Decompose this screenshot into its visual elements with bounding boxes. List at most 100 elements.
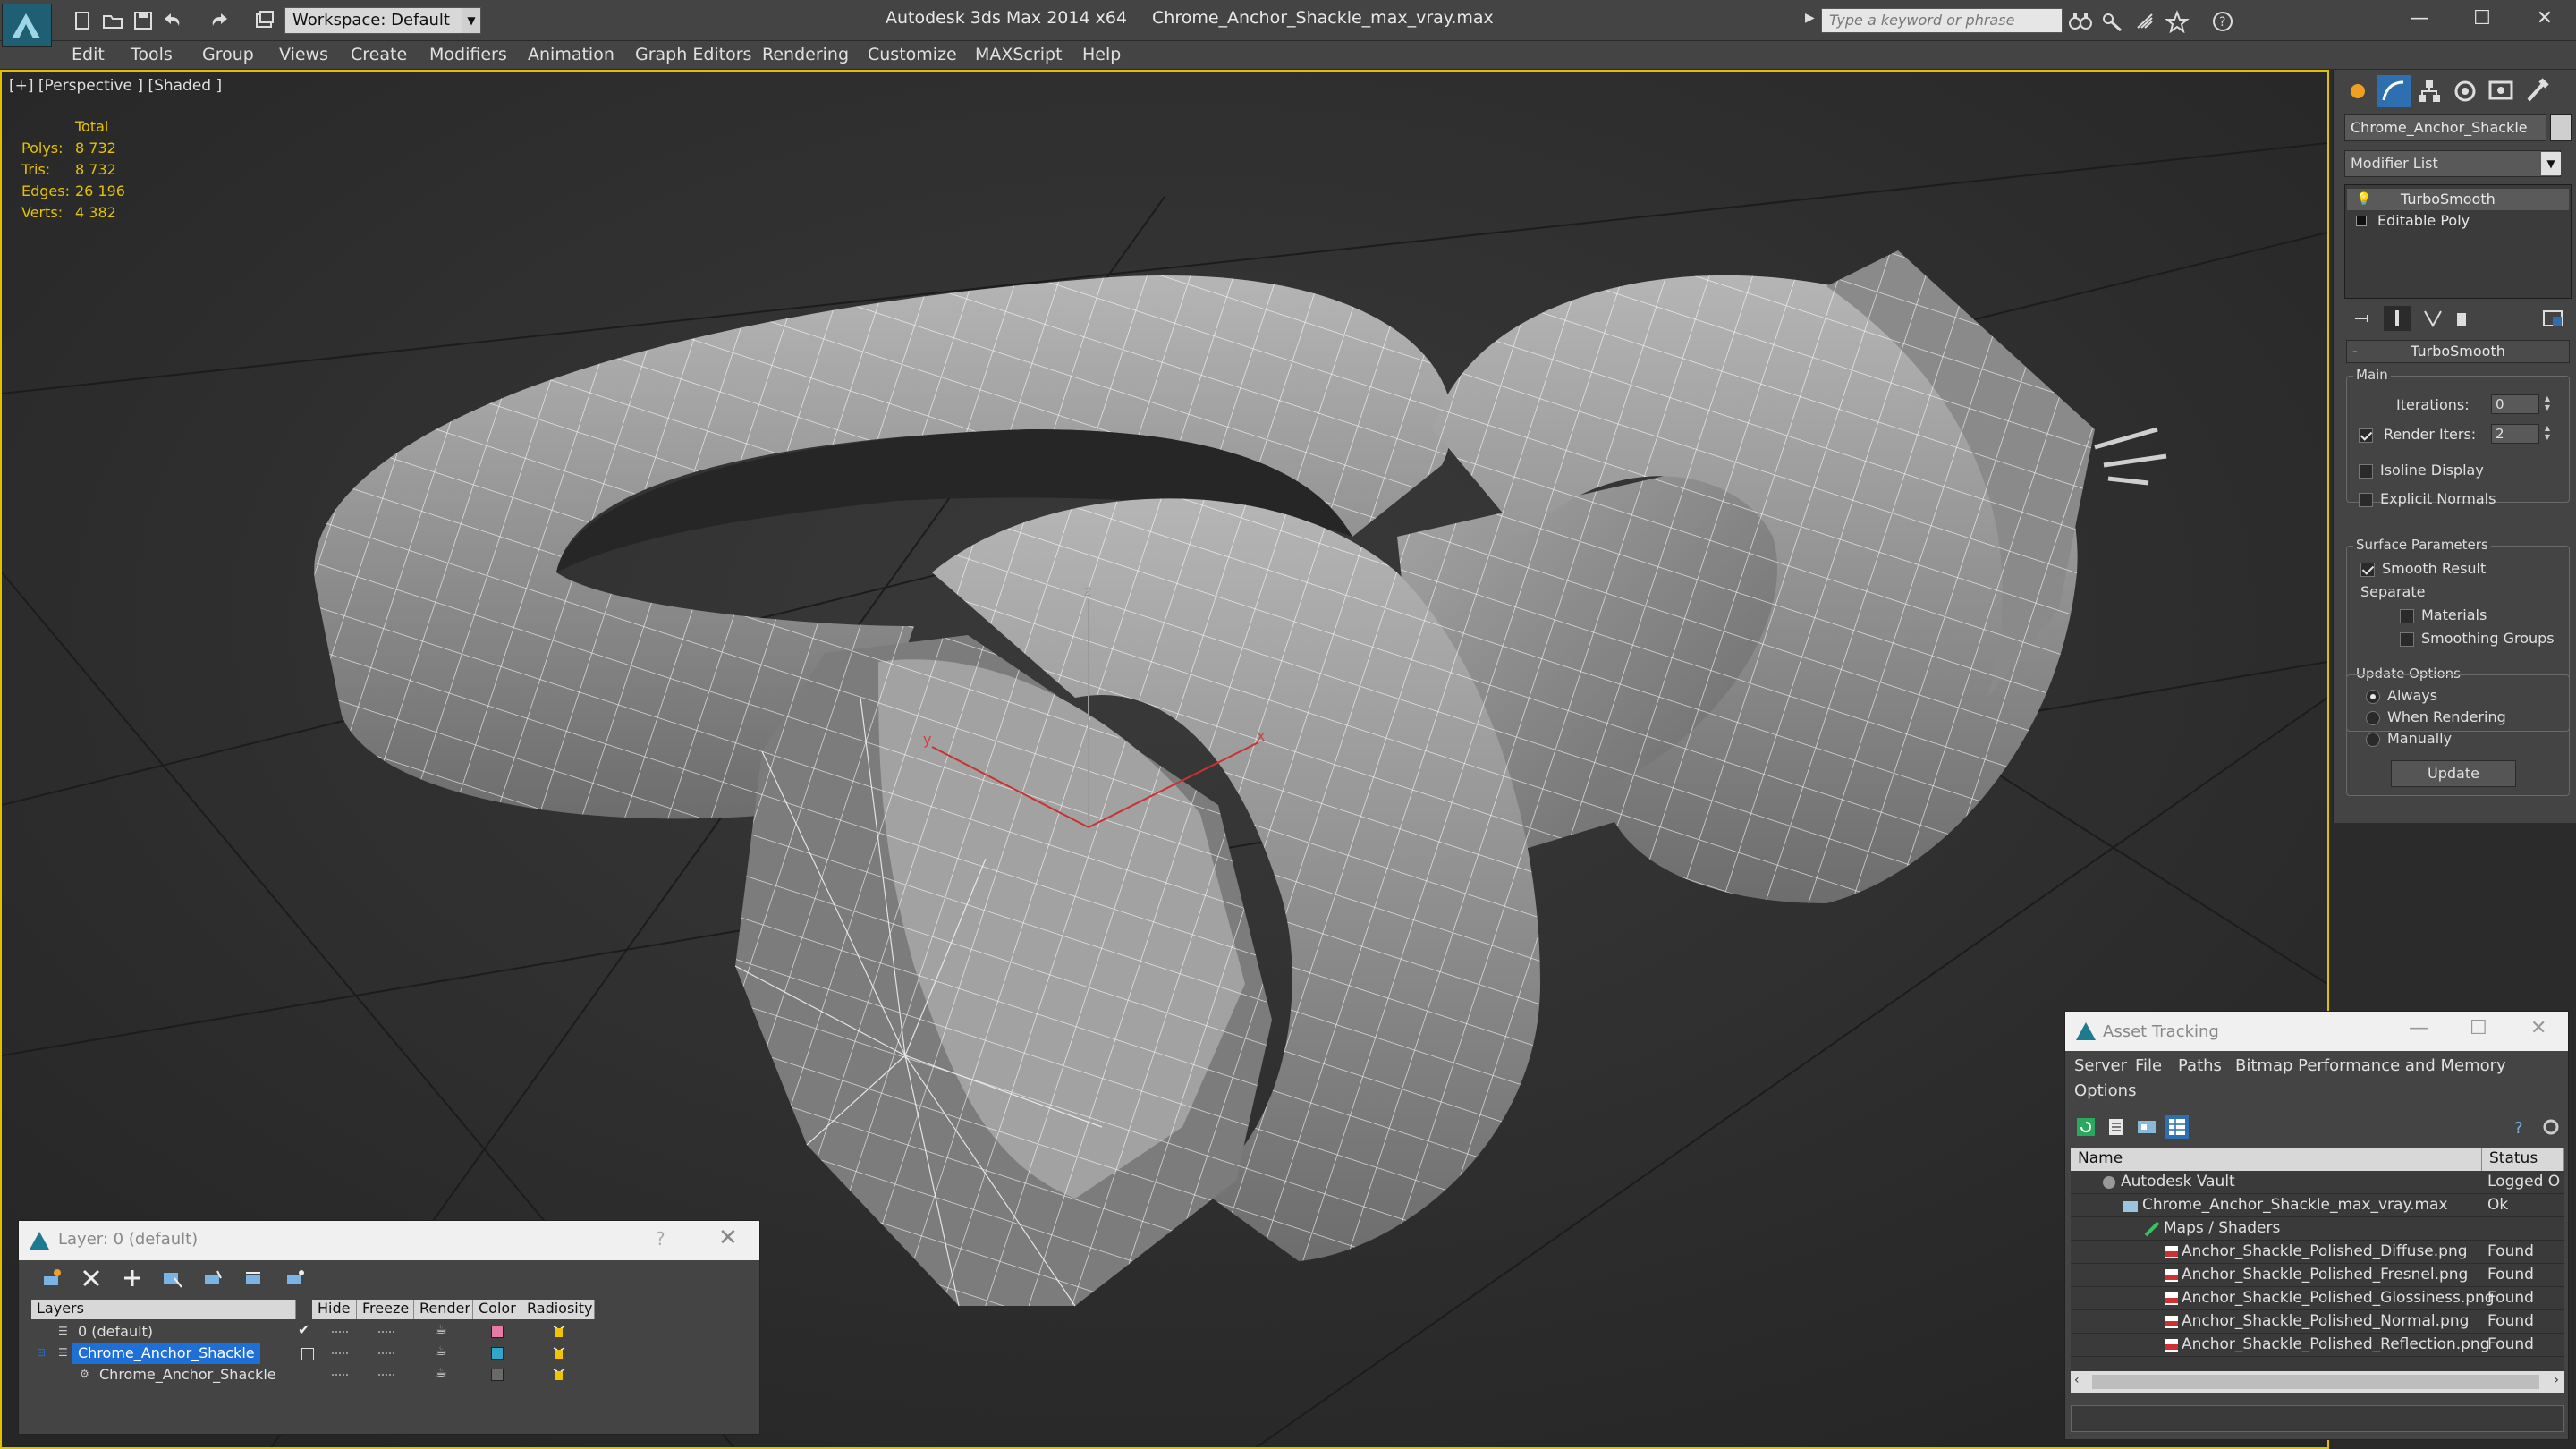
- search-expand-icon[interactable]: ▶: [1805, 11, 1821, 30]
- hide-toggle[interactable]: [332, 1331, 348, 1333]
- column-header-freeze[interactable]: Freeze: [357, 1300, 414, 1319]
- object-name-field[interactable]: Chrome_Anchor_Shackle: [2344, 114, 2546, 141]
- menu-group[interactable]: Group: [202, 45, 254, 64]
- motion-tab-icon[interactable]: [2448, 75, 2482, 107]
- search-input[interactable]: Type a keyword or phrase: [1821, 8, 2063, 33]
- asset-row[interactable]: Autodesk Vault Logged O: [2071, 1171, 2564, 1194]
- teapot-render-icon[interactable]: ☕: [436, 1344, 447, 1359]
- viewport-label[interactable]: [+] [Perspective ] [Shaded ]: [9, 77, 222, 95]
- column-header-radiosity[interactable]: Radiosity: [521, 1300, 595, 1319]
- always-radio[interactable]: [2366, 689, 2380, 704]
- app-logo-button[interactable]: [2, 4, 52, 47]
- asset-menu-server[interactable]: Server: [2074, 1056, 2127, 1075]
- menu-edit[interactable]: Edit: [72, 45, 105, 64]
- highlight-layer-icon[interactable]: [201, 1267, 225, 1289]
- freeze-toggle[interactable]: [378, 1352, 394, 1354]
- menu-help[interactable]: Help: [1082, 45, 1121, 64]
- isoline-display-checkbox[interactable]: [2359, 463, 2373, 479]
- layer-name[interactable]: Chrome_Anchor_Shackle: [72, 1343, 260, 1364]
- scroll-left-icon[interactable]: ‹: [2074, 1373, 2080, 1387]
- workspace-dropdown[interactable]: Workspace: Default: [284, 7, 479, 34]
- layer-window-titlebar[interactable]: Layer: 0 (default) ? ✕: [19, 1221, 759, 1260]
- freeze-unfreeze-all-icon[interactable]: [284, 1267, 307, 1289]
- menu-tools[interactable]: Tools: [131, 45, 173, 64]
- render-iters-checkbox[interactable]: [2359, 428, 2373, 443]
- configure-modifier-sets-icon[interactable]: [2539, 306, 2566, 331]
- layer-name[interactable]: 0 (default): [78, 1321, 153, 1343]
- expand-minus-icon[interactable]: ⊟: [37, 1346, 46, 1359]
- close-icon[interactable]: ✕: [718, 1224, 738, 1251]
- smooth-result-checkbox[interactable]: [2360, 562, 2375, 577]
- asset-row[interactable]: Anchor_Shackle_Polished_Fresnel.png Foun…: [2071, 1264, 2564, 1287]
- thumbnail-view-icon[interactable]: [2135, 1115, 2158, 1139]
- layer-row[interactable]: ☰ 0 (default) ✔ ☕: [31, 1321, 595, 1343]
- active-layer-check-icon[interactable]: ✔: [298, 1321, 309, 1338]
- manually-radio[interactable]: [2366, 732, 2380, 747]
- help-icon[interactable]: ?: [2511, 1115, 2534, 1139]
- minimize-button[interactable]: —: [2409, 1017, 2428, 1039]
- turbosmooth-rollout-title[interactable]: - TurboSmooth: [2346, 340, 2570, 363]
- active-layer-box-icon[interactable]: [301, 1348, 314, 1360]
- menu-modifiers[interactable]: Modifiers: [429, 45, 507, 64]
- hide-toggle[interactable]: [332, 1374, 348, 1376]
- select-objects-icon[interactable]: [160, 1267, 183, 1289]
- radiosity-icon[interactable]: [550, 1323, 568, 1341]
- menu-animation[interactable]: Animation: [528, 45, 614, 64]
- chevron-down-icon[interactable]: ▼: [462, 7, 481, 34]
- asset-row[interactable]: Maps / Shaders: [2071, 1217, 2564, 1241]
- asset-row[interactable]: Anchor_Shackle_Polished_Reflection.png F…: [2071, 1334, 2564, 1357]
- asset-window-titlebar[interactable]: Asset Tracking — ☐ ✕: [2065, 1012, 2568, 1051]
- favorites-star-icon[interactable]: [2165, 10, 2190, 34]
- lightbulb-icon[interactable]: 💡: [2356, 189, 2371, 210]
- maximize-button[interactable]: ☐: [2470, 1017, 2487, 1039]
- layer-row[interactable]: ⚙ Chrome_Anchor_Shackle ☕: [31, 1364, 595, 1385]
- stack-item-editable-poly[interactable]: Editable Poly: [2347, 210, 2569, 232]
- settings-icon[interactable]: [2539, 1115, 2563, 1139]
- rollout-collapse-icon[interactable]: -: [2352, 341, 2358, 362]
- horizontal-scrollbar[interactable]: ‹ ›: [2071, 1371, 2564, 1393]
- menu-customize[interactable]: Customize: [868, 45, 957, 64]
- project-folder-icon[interactable]: [252, 9, 277, 32]
- new-file-icon[interactable]: [70, 9, 95, 32]
- when-rendering-option[interactable]: When Rendering: [2366, 708, 2506, 725]
- materials-checkbox[interactable]: [2400, 608, 2414, 623]
- utilities-tab-hammer-icon[interactable]: [2520, 75, 2554, 107]
- column-header-layers[interactable]: Layers: [31, 1300, 296, 1319]
- explicit-normals-option[interactable]: Explicit Normals: [2359, 490, 2496, 507]
- add-to-layer-icon[interactable]: [121, 1267, 144, 1289]
- create-tab-sun-icon[interactable]: [2341, 75, 2375, 107]
- radiosity-icon[interactable]: [550, 1344, 568, 1362]
- menu-maxscript[interactable]: MAXScript: [975, 45, 1063, 64]
- when-rendering-radio[interactable]: [2366, 710, 2380, 725]
- make-unique-icon[interactable]: [2419, 306, 2446, 331]
- asset-menu-options[interactable]: Options: [2074, 1081, 2136, 1100]
- freeze-toggle[interactable]: [378, 1331, 394, 1333]
- asset-menu-bitmap-performance[interactable]: Bitmap Performance and Memory: [2235, 1056, 2506, 1075]
- spinner-arrows-icon[interactable]: ▲ ▼: [2541, 424, 2554, 444]
- delete-layer-icon[interactable]: [80, 1267, 103, 1289]
- modifier-list-dropdown[interactable]: Modifier List: [2344, 150, 2561, 177]
- hide-unhide-all-icon[interactable]: [242, 1267, 266, 1289]
- hierarchy-tab-icon[interactable]: [2412, 75, 2446, 107]
- column-header-status[interactable]: Status: [2482, 1148, 2564, 1171]
- asset-row[interactable]: Chrome_Anchor_Shackle_max_vray.max Ok: [2071, 1194, 2564, 1217]
- asset-row[interactable]: Anchor_Shackle_Polished_Normal.png Found: [2071, 1310, 2564, 1334]
- menu-rendering[interactable]: Rendering: [762, 45, 849, 64]
- undo-icon[interactable]: [161, 9, 186, 32]
- layer-color-swatch[interactable]: [491, 1368, 504, 1381]
- spinner-arrows-icon[interactable]: ▲ ▼: [2541, 394, 2554, 414]
- chevron-down-icon[interactable]: ▼: [2541, 152, 2561, 175]
- manually-option[interactable]: Manually: [2366, 730, 2452, 747]
- scroll-right-icon[interactable]: ›: [2554, 1373, 2559, 1387]
- always-option[interactable]: Always: [2366, 687, 2437, 704]
- column-header-color[interactable]: Color: [473, 1300, 521, 1319]
- scrollbar-thumb[interactable]: [2092, 1375, 2539, 1389]
- create-layer-icon[interactable]: [40, 1267, 64, 1289]
- render-iters-row[interactable]: [2359, 426, 2380, 443]
- maximize-button[interactable]: ☐: [2451, 0, 2513, 39]
- freeze-toggle[interactable]: [378, 1374, 394, 1376]
- layer-object-name[interactable]: Chrome_Anchor_Shackle: [99, 1364, 276, 1385]
- open-file-icon[interactable]: [100, 9, 125, 32]
- help-button[interactable]: ?: [656, 1228, 665, 1250]
- layer-row-selected[interactable]: ⊟ ☰ Chrome_Anchor_Shackle ☕: [31, 1343, 595, 1364]
